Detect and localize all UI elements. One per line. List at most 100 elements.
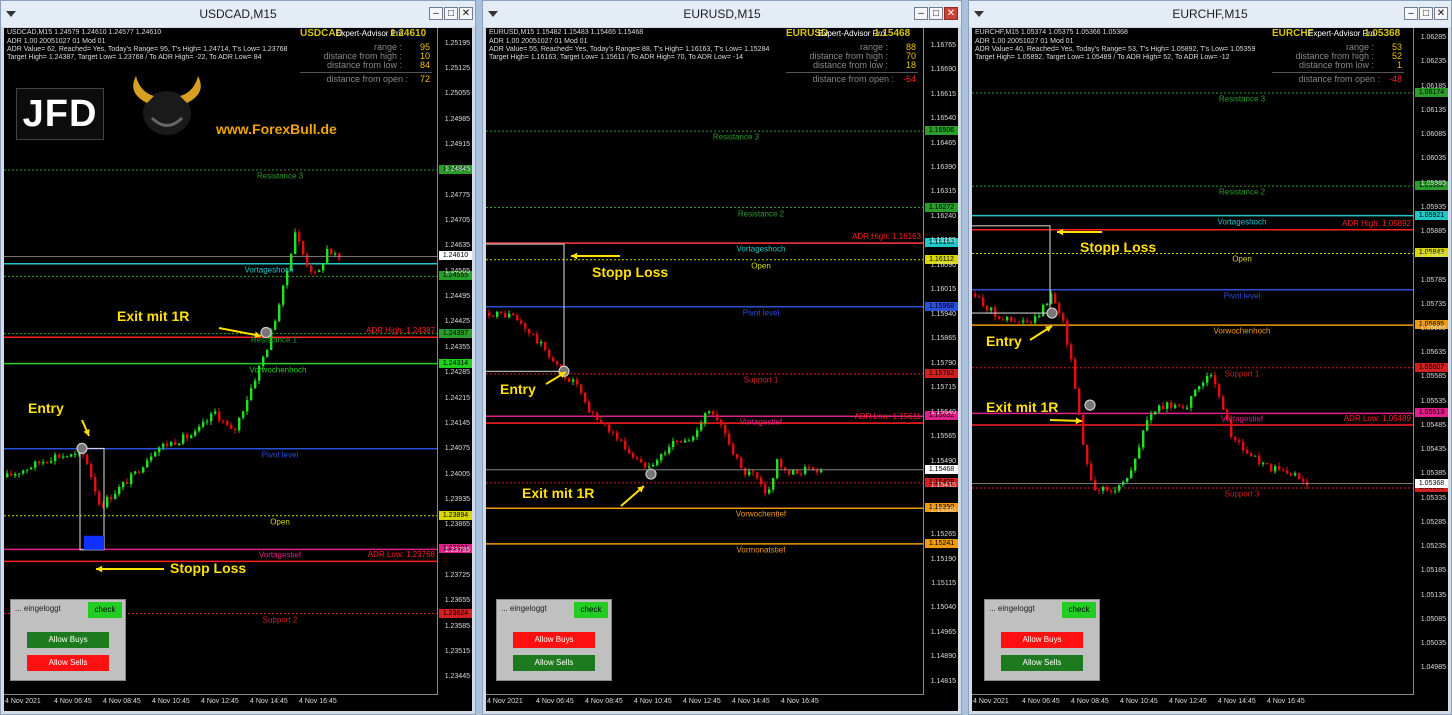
candle-body (322, 263, 325, 271)
time-axis[interactable]: 4 Nov 2021 4 Nov 06:45 4 Nov 08:45 4 Nov 10… (972, 694, 1414, 711)
candle-body (1234, 436, 1237, 441)
candle-body (146, 460, 149, 468)
candle-body (222, 420, 225, 422)
minimize-button[interactable]: – (1404, 7, 1418, 20)
level-label: Resistance 1 (250, 335, 298, 345)
candle-body (580, 384, 583, 393)
candle-body (1250, 453, 1253, 457)
candle-body (150, 456, 153, 461)
level-price-tag: 1.15968 (925, 301, 958, 311)
time-axis[interactable]: 4 Nov 2021 4 Nov 06:45 4 Nov 08:45 4 Nov 10… (486, 694, 924, 711)
price-tick-label: 1.23585 (444, 622, 470, 630)
candle-body (238, 417, 241, 431)
maximize-button[interactable]: □ (444, 7, 458, 20)
candle-body (688, 440, 691, 442)
candle-body (520, 320, 523, 324)
stat-row: distance from high :52 (1272, 51, 1404, 61)
time-axis[interactable]: 4 Nov 2021 4 Nov 06:45 4 Nov 08:45 4 Nov 10… (4, 694, 438, 711)
candle-body (142, 467, 145, 473)
stats-divider (1272, 72, 1404, 73)
entry-annotation: Entry (986, 333, 1022, 349)
check-button[interactable]: check (1062, 602, 1096, 618)
price-tick-label: 1.05685 (1420, 325, 1446, 332)
chart-window-eurusd[interactable]: EURUSD,M15 – □ ✕ EURUSD,M15 1.15482 1.15… (482, 0, 962, 715)
stats-box: range :88 distance from high :70 distance … (786, 42, 918, 84)
price-chart[interactable]: USDCAD,M15 1.24579 1.24610 1.24577 1.246… (4, 28, 472, 711)
window-titlebar[interactable]: USDCAD,M15 – □ ✕ (1, 1, 475, 27)
allow-sells-button[interactable]: Allow Sells (1001, 655, 1083, 671)
price-tick-label: 1.06085 (1420, 131, 1446, 139)
allow-sells-button[interactable]: Allow Sells (27, 655, 109, 671)
symbol-quote-line: USDCAD,M15 1.24579 1.24610 1.24577 1.246… (7, 29, 162, 36)
chart-window-eurchf[interactable]: EURCHF,M15 – □ ✕ EURCHF,M15 1.05374 1.05… (968, 0, 1452, 715)
candle-body (1210, 375, 1213, 377)
candle-body (660, 453, 663, 461)
entry-annotation: Entry (28, 400, 64, 416)
big-price-label: 1.15468 (874, 28, 911, 39)
candle-body (22, 470, 25, 474)
candle-body (700, 423, 703, 431)
minimize-button[interactable]: – (914, 7, 928, 20)
candle-body (620, 439, 623, 441)
candle-body (1110, 490, 1113, 492)
candle-body (26, 469, 29, 471)
window-titlebar[interactable]: EURCHF,M15 – □ ✕ (969, 1, 1451, 27)
candle-body (496, 311, 499, 317)
price-tick-label: 1.05035 (1420, 639, 1446, 647)
candle-body (50, 461, 53, 463)
maximize-button[interactable]: □ (929, 7, 943, 20)
stat-value: 1 (1396, 60, 1402, 70)
level-label: Resistance 2 (1218, 187, 1266, 197)
candle-body (552, 357, 555, 362)
candle-body (1286, 470, 1289, 474)
level-label: Resistance 3 (712, 132, 760, 142)
close-button[interactable]: ✕ (459, 7, 473, 20)
minimize-button[interactable]: – (429, 7, 443, 20)
candle-body (1266, 462, 1269, 465)
candle-body (488, 312, 491, 316)
price-tick-label: 1.24075 (444, 445, 470, 453)
price-axis[interactable]: 1.24849 1.24555 1.24397 1.24314 1.23894 1.238… (437, 28, 472, 695)
time-tick-label: 4 Nov 08:45 (1071, 698, 1109, 705)
candle-body (182, 434, 185, 444)
close-button[interactable]: ✕ (944, 7, 958, 20)
close-button[interactable]: ✕ (1434, 7, 1448, 20)
price-axis[interactable]: 1.16506 1.16272 1.16163 1.16112 1.15968 1.157… (923, 28, 958, 695)
candle-body (1194, 389, 1197, 397)
big-price-label: 1.05368 (1364, 28, 1401, 39)
chart-window-usdcad[interactable]: USDCAD,M15 – □ ✕ USDCAD,M15 1.24579 1.24… (0, 0, 476, 715)
candle-body (764, 484, 767, 494)
exit-marker (645, 468, 657, 480)
candle-body (990, 307, 993, 311)
check-button[interactable]: check (88, 602, 122, 618)
allow-buys-button[interactable]: Allow Buys (513, 632, 595, 648)
price-axis[interactable]: 1.06174 1.05982 1.05921 1.05843 1.05695 1.056… (1413, 28, 1448, 695)
candle-body (994, 307, 997, 317)
candle-body (752, 471, 755, 473)
price-tick-label: 1.15040 (930, 604, 956, 612)
candle-body (38, 461, 41, 464)
candle-body (58, 454, 61, 458)
window-titlebar[interactable]: EURUSD,M15 – □ ✕ (483, 1, 961, 27)
price-chart[interactable]: EURCHF,M15 1.05374 1.05375 1.05366 1.053… (972, 28, 1448, 711)
price-tick-label: 1.15790 (930, 359, 956, 367)
allow-sells-button[interactable]: Allow Sells (513, 655, 595, 671)
candle-body (676, 441, 679, 443)
candle-body (1222, 396, 1225, 410)
check-button[interactable]: check (574, 602, 608, 618)
maximize-button[interactable]: □ (1419, 7, 1433, 20)
allow-buys-button[interactable]: Allow Buys (27, 632, 109, 648)
candle-body (652, 465, 655, 467)
candle-body (1246, 449, 1249, 454)
candle-body (1146, 420, 1149, 431)
candle-body (202, 421, 205, 427)
candle-body (1294, 473, 1297, 476)
candle-body (174, 441, 177, 445)
price-tick-label: 1.05135 (1420, 591, 1446, 599)
price-chart[interactable]: EURUSD,M15 1.15482 1.15483 1.15465 1.154… (486, 28, 958, 711)
candle-body (740, 457, 743, 469)
candle-body (592, 412, 595, 414)
allow-buys-button[interactable]: Allow Buys (1001, 632, 1083, 648)
candle-body (820, 470, 823, 473)
adr-level-label: ADR High: 1.05892 (1342, 218, 1411, 228)
